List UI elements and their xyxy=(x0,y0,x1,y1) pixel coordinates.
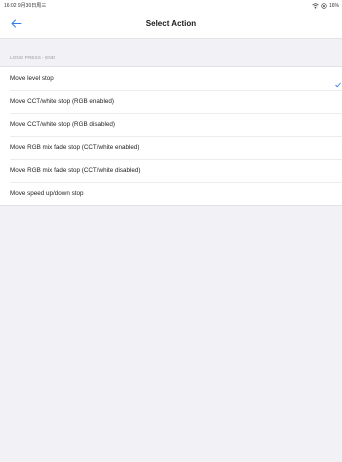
list-item-move-level-stop[interactable]: Move level stop xyxy=(0,67,342,90)
list-item-label: Move CCT/white stop (RGB enabled) xyxy=(10,97,114,105)
navigation-bar: Select Action xyxy=(0,12,342,39)
list-item-move-cct-white-rgb-disabled[interactable]: Move CCT/white stop (RGB disabled) xyxy=(0,113,342,136)
section-header: LONG PRESS - END xyxy=(10,55,56,60)
list-item-move-rgb-fade-cct-disabled[interactable]: Move RGB mix fade stop (CCT/white disabl… xyxy=(0,159,342,182)
list-item-label: Move speed up/down stop xyxy=(10,189,84,197)
list-item-move-speed-stop[interactable]: Move speed up/down stop xyxy=(0,182,342,205)
wifi-icon xyxy=(312,3,319,9)
list-item-move-cct-white-rgb-enabled[interactable]: Move CCT/white stop (RGB enabled) xyxy=(0,90,342,113)
list-item-label: Move RGB mix fade stop (CCT/white disabl… xyxy=(10,166,141,174)
list-item-move-rgb-fade-cct-enabled[interactable]: Move RGB mix fade stop (CCT/white enable… xyxy=(0,136,342,159)
status-bar: 16:02 9月30日周三 16% xyxy=(0,0,342,12)
status-indicators: 16% xyxy=(312,3,339,9)
orientation-lock-icon xyxy=(321,3,327,9)
list-item-label: Move RGB mix fade stop (CCT/white enable… xyxy=(10,143,140,151)
action-list: Move level stop Move CCT/white stop (RGB… xyxy=(0,66,342,206)
status-time: 16:02 9月30日周三 xyxy=(4,3,47,9)
checkmark-icon xyxy=(335,75,341,88)
list-item-label: Move level stop xyxy=(10,74,54,82)
battery-percent: 16% xyxy=(328,3,339,9)
list-item-label: Move CCT/white stop (RGB disabled) xyxy=(10,120,115,128)
page-title: Select Action xyxy=(145,19,197,28)
